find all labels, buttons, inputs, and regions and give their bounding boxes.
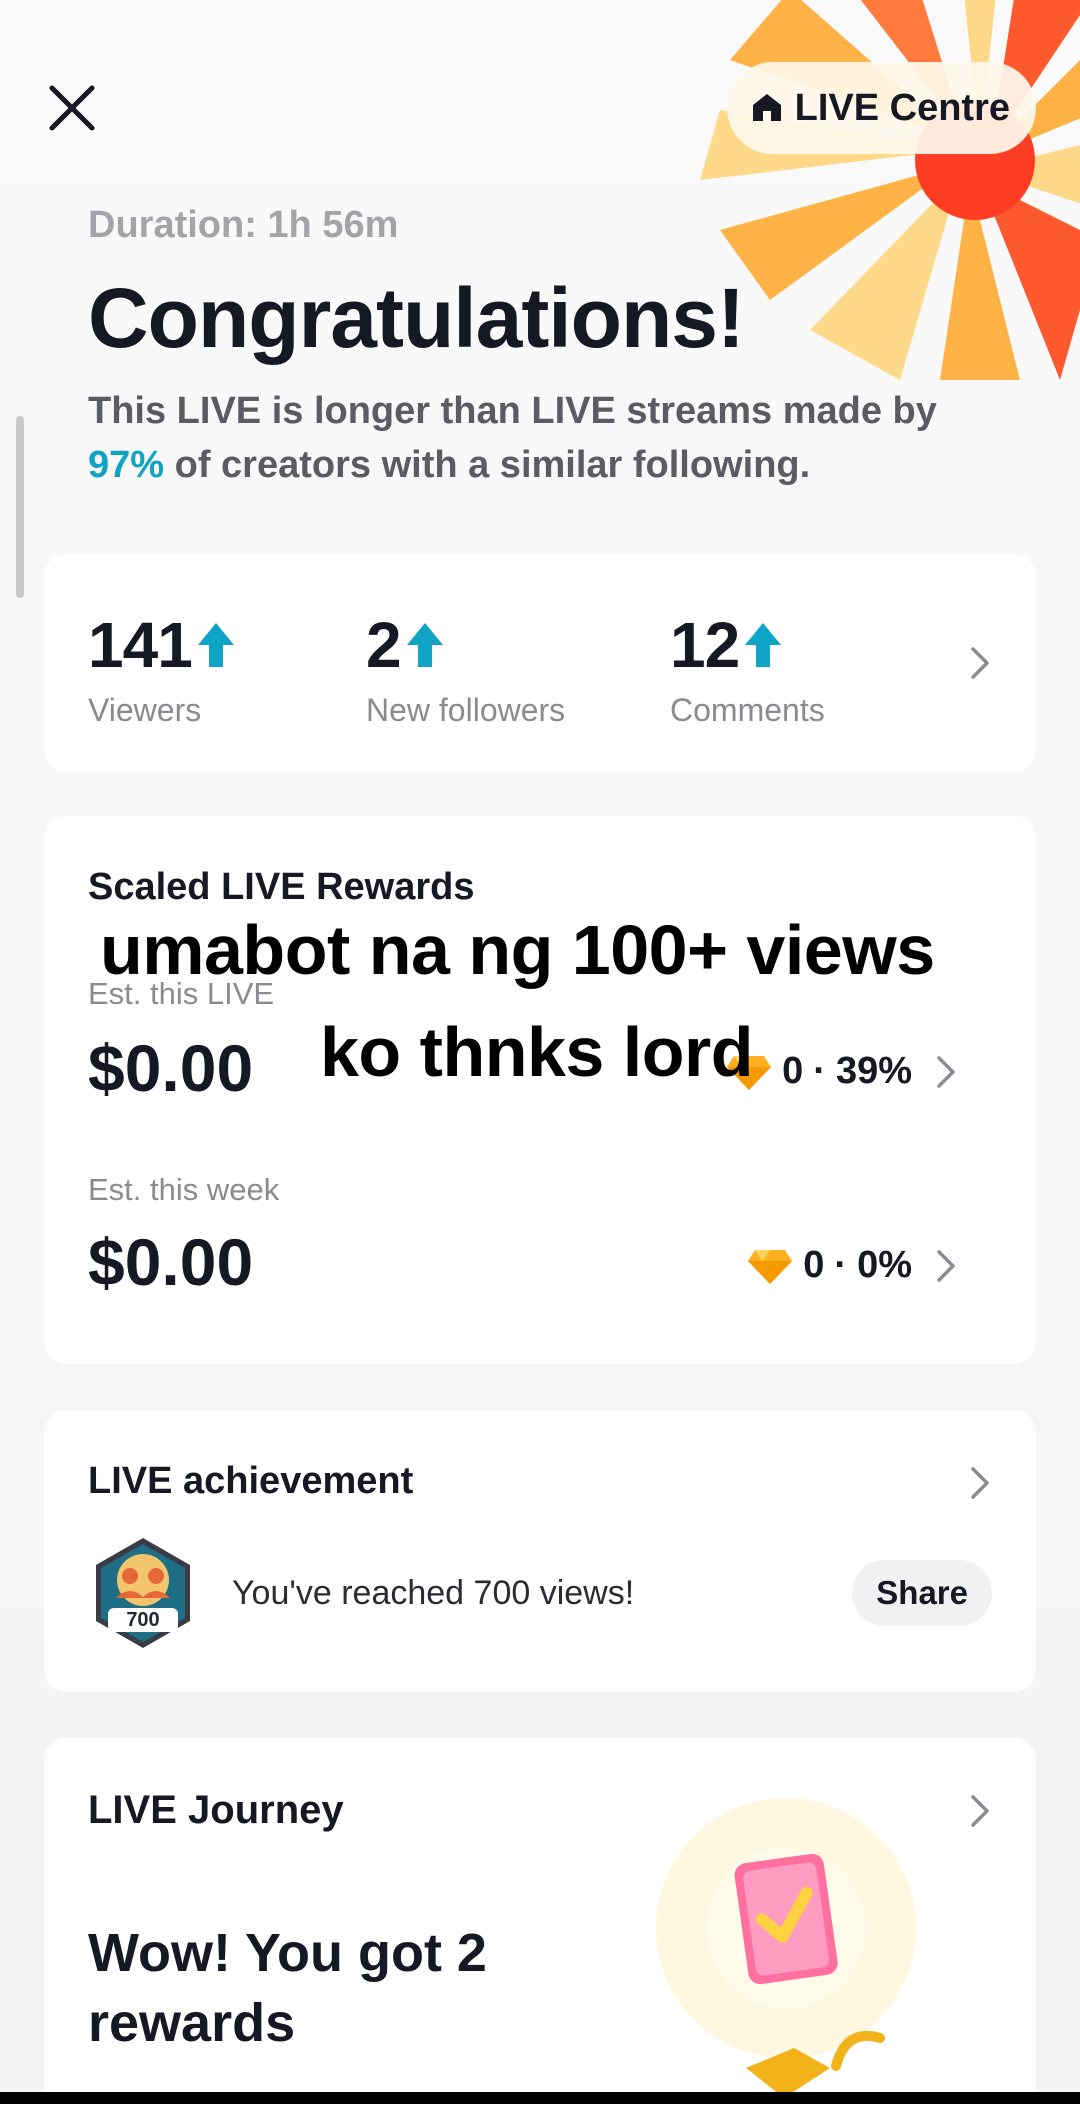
diamond-icon (748, 1249, 793, 1284)
gems-value: 0 (803, 1244, 825, 1286)
separator: · (813, 1050, 826, 1092)
stat-value: 2 (366, 609, 402, 681)
stat-viewers: 141 Viewers (88, 608, 236, 729)
system-navigation-bar (0, 2092, 1080, 2104)
rewards-title: Scaled LIVE Rewards (88, 866, 475, 908)
comparison-text: This LIVE is longer than LIVE streams ma… (88, 384, 1008, 492)
arrow-up-icon (197, 623, 234, 667)
gems-value: 0 (782, 1050, 804, 1092)
est-live-gems-row[interactable]: 0 · 39% (726, 1050, 956, 1093)
percent-value: 39% (835, 1050, 912, 1092)
chevron-right-icon (937, 1055, 955, 1088)
est-week-label: Est. this week (88, 1172, 280, 1207)
scroll-indicator[interactable] (16, 416, 24, 598)
stats-card[interactable]: 141 Viewers 2 New followers 12 Comments (44, 554, 1036, 772)
overlay-caption-line-1: umabot na ng 100+ views (100, 911, 935, 989)
stat-label: New followers (366, 692, 566, 728)
arrow-up-icon (745, 623, 782, 667)
stream-duration: Duration: 1h 56m (88, 204, 399, 246)
journey-title: LIVE Journey (88, 1788, 344, 1832)
overlay-caption-line-2: ko thnks lord (320, 1013, 753, 1091)
comparison-percent: 97% (88, 444, 165, 486)
close-button[interactable] (46, 82, 98, 134)
separator: · (834, 1244, 848, 1286)
badge-number: 700 (126, 1609, 159, 1631)
arrow-up-icon (406, 623, 443, 667)
percent-value: 0% (857, 1244, 912, 1286)
est-week-gems-row[interactable]: 0 · 0% (747, 1244, 956, 1287)
achievement-text: You've reached 700 views! (232, 1574, 635, 1612)
stat-value: 12 (670, 609, 740, 681)
chevron-right-icon (937, 1249, 955, 1282)
close-icon (49, 85, 95, 131)
achievement-badge-icon: 700 (96, 1538, 190, 1648)
live-summary-page: LIVE Centre Duration: 1h 56m Congratulat… (0, 0, 1080, 2104)
stat-new-followers: 2 New followers (366, 608, 565, 729)
rewards-card: Scaled LIVE Rewards Est. this LIVE $0.00… (44, 816, 1036, 1364)
comparison-text-pre: This LIVE is longer than LIVE streams ma… (88, 390, 937, 432)
chevron-right-icon[interactable] (970, 1466, 990, 1500)
stat-label: Viewers (88, 692, 202, 728)
home-icon (752, 94, 781, 121)
est-week-amount: $0.00 (88, 1225, 254, 1299)
stat-value: 141 (88, 609, 193, 681)
journey-headline: Wow! You got 2 rewards (88, 1923, 487, 2053)
comparison-text-post: of creators with a similar following. (164, 444, 811, 486)
live-centre-button[interactable]: LIVE Centre (726, 62, 1036, 154)
stat-comments: 12 Comments (670, 608, 825, 729)
chevron-right-icon[interactable] (970, 646, 990, 680)
est-live-amount: $0.00 (88, 1031, 254, 1105)
reward-card-illustration (656, 1798, 916, 2098)
achievement-title: LIVE achievement (88, 1460, 414, 1502)
share-button[interactable]: Share (852, 1560, 992, 1626)
stat-label: Comments (670, 692, 825, 728)
page-title: Congratulations! (88, 271, 745, 365)
achievement-card[interactable]: LIVE achievement 700 You've reached 700 … (44, 1410, 1036, 1692)
live-centre-label: LIVE Centre (794, 86, 1010, 129)
live-journey-card[interactable]: LIVE Journey Wow! You got 2 rewards (44, 1738, 1036, 2104)
